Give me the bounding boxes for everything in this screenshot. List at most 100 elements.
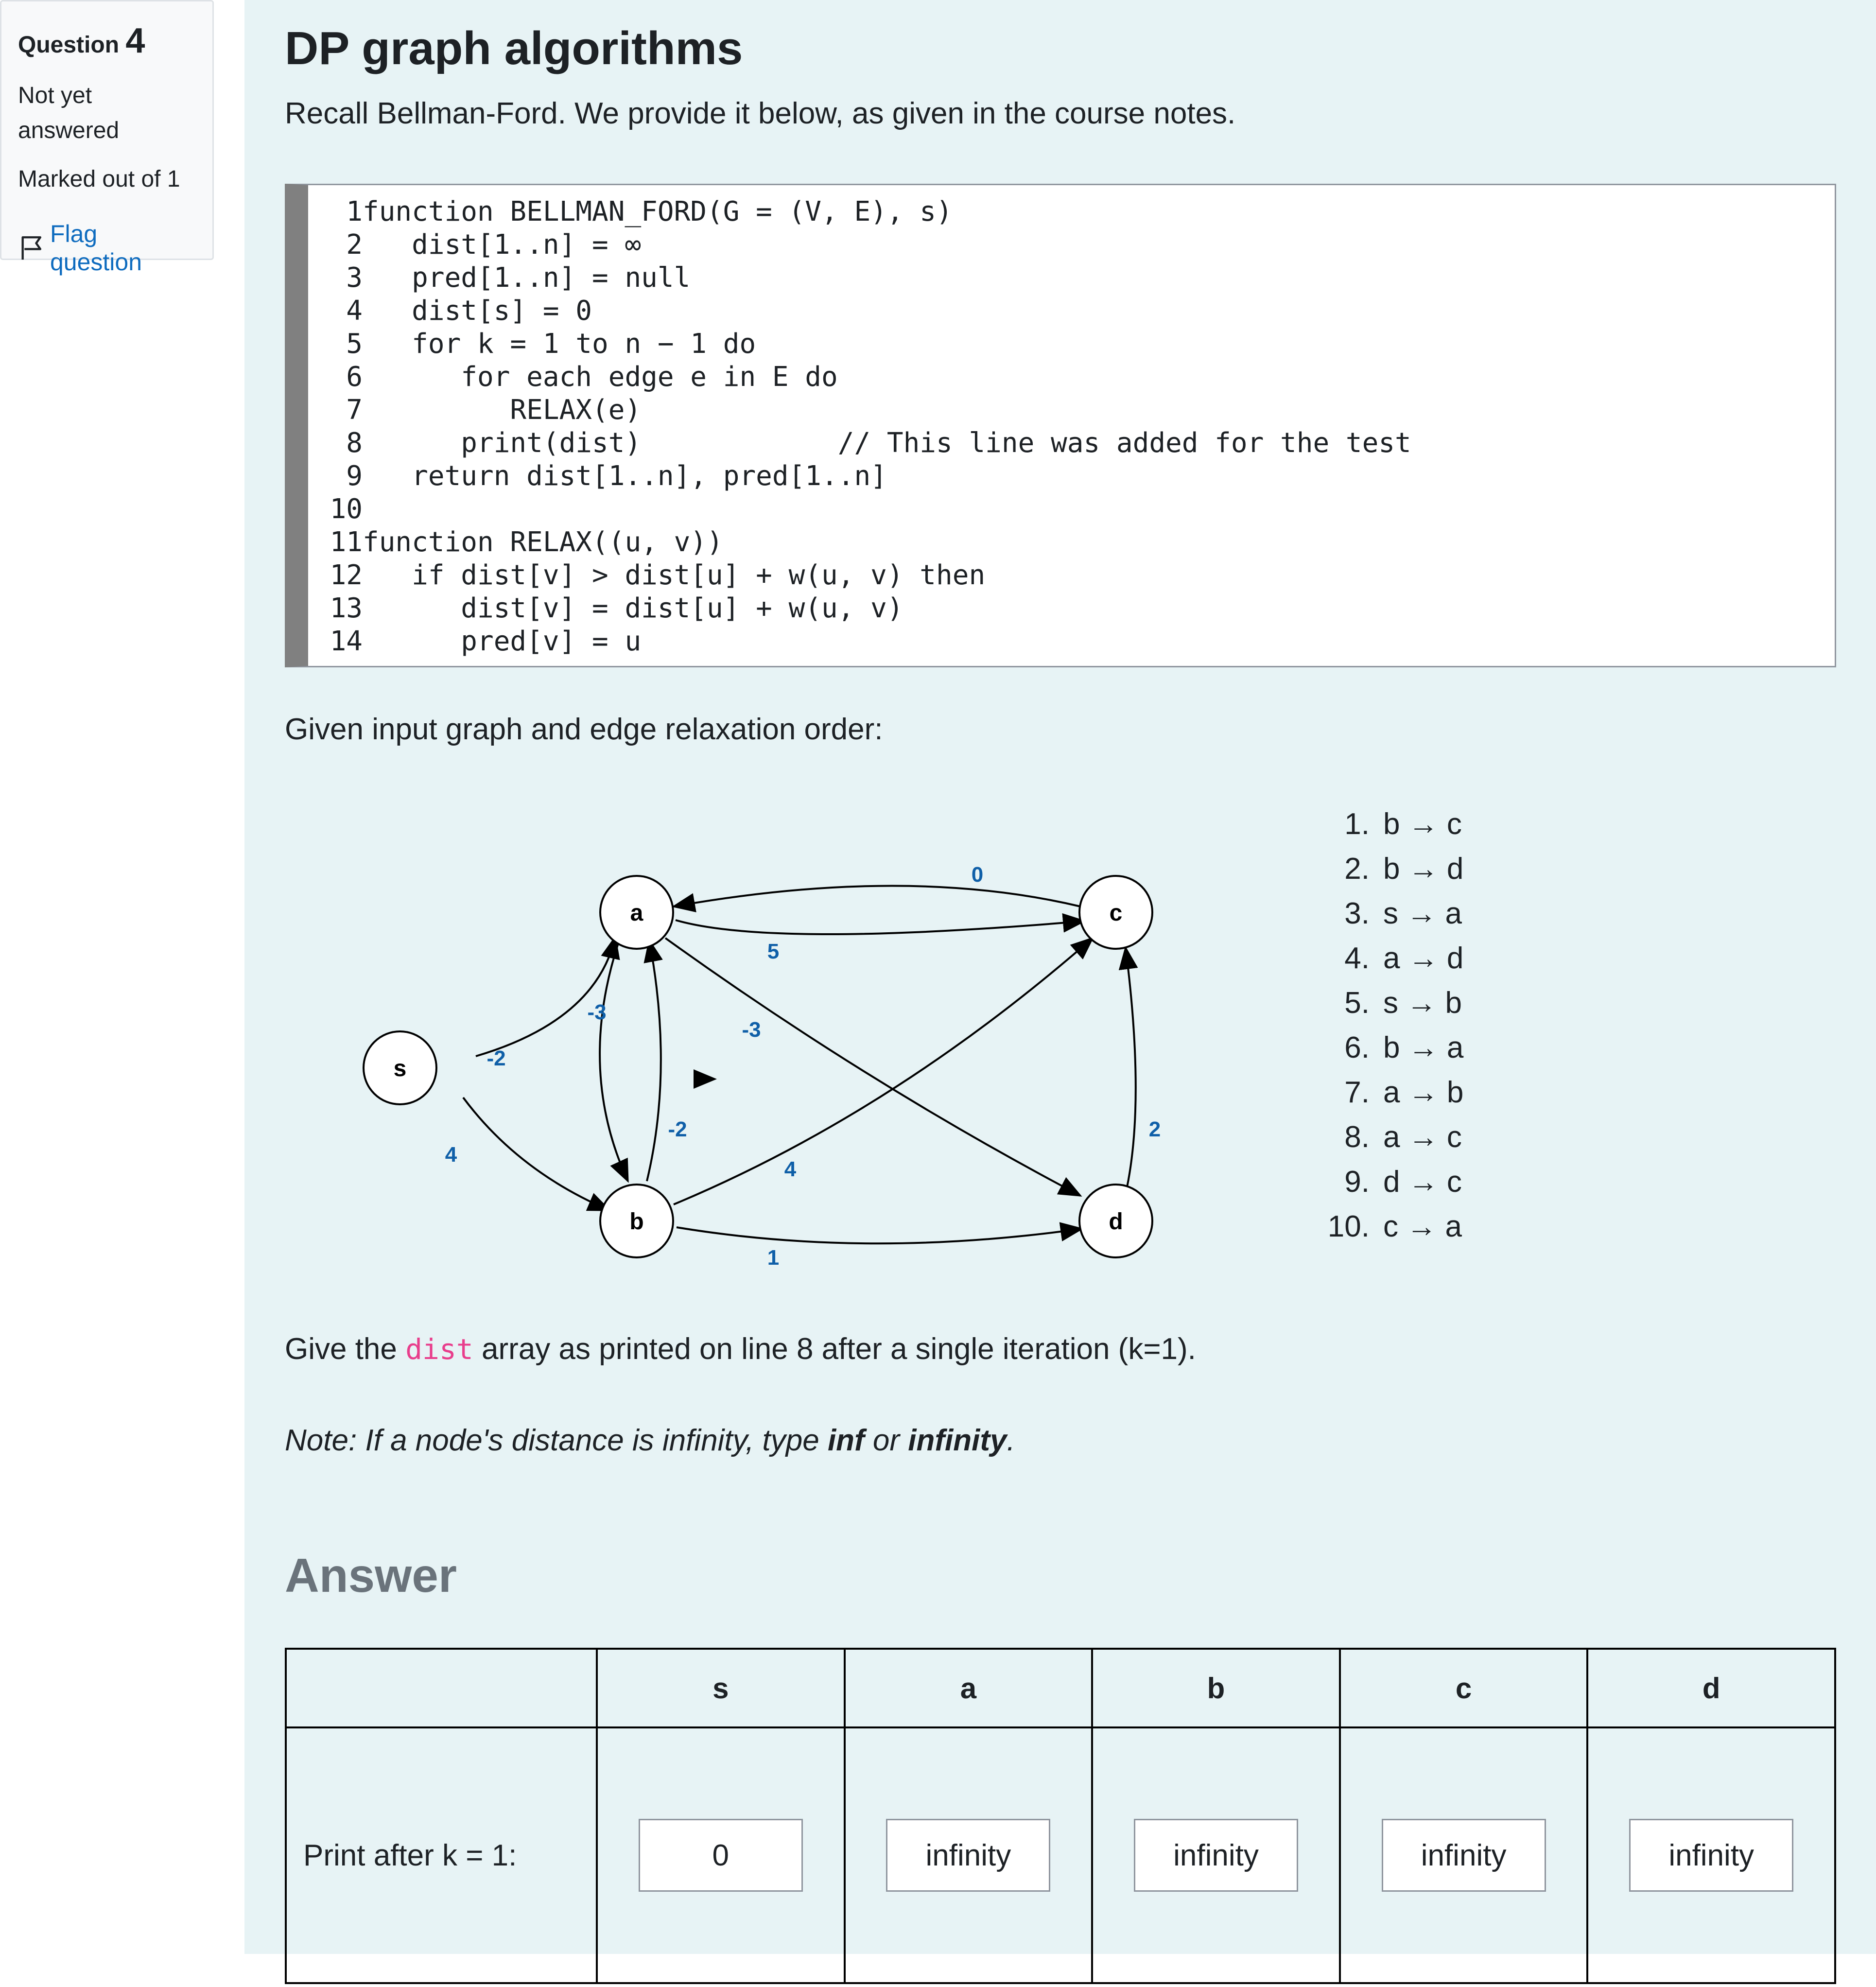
note-prefix: Note: If a node's distance is infinity, … — [285, 1424, 828, 1457]
code-line-number: 5 — [346, 328, 363, 360]
answer-heading: Answer — [285, 1549, 457, 1602]
answer-header-a: a — [843, 1648, 1094, 1728]
answer-row: Print after k = 1: — [285, 1726, 1836, 1984]
flag-question-link[interactable]: Flag question — [18, 220, 196, 276]
code-block: 1function BELLMAN_FORD(G = (V, E), s) 2 d… — [285, 184, 1836, 667]
relaxation-order-edge: a → c — [1383, 1120, 1462, 1154]
relaxation-order-item: 9. d → c — [1301, 1160, 1463, 1204]
relaxation-order-item: 2. b → d — [1301, 847, 1463, 891]
code-line: 4 dist[s] = 0 — [308, 295, 592, 328]
answer-input-b[interactable] — [1133, 1819, 1298, 1892]
relaxation-order-item: 8. a → c — [1301, 1115, 1463, 1160]
code-line-number: 4 — [346, 295, 363, 327]
answer-header-s: s — [596, 1648, 846, 1728]
relaxation-order-number: 3. — [1344, 897, 1370, 930]
answer-row-label: Print after k = 1: — [285, 1726, 598, 1984]
relaxation-order-number: 6. — [1344, 1031, 1370, 1064]
code-line: 1function BELLMAN_FORD(G = (V, E), s) — [308, 196, 953, 229]
relaxation-order-item: 5. s → b — [1301, 981, 1463, 1026]
edge-b-c — [673, 937, 1094, 1205]
code-line-number: 9 — [346, 460, 363, 492]
question-grade: Marked out of 1 — [18, 166, 180, 192]
code-line-text: dist[1..n] = ∞ — [363, 229, 642, 261]
code-line-text: dist[v] = dist[u] + w(u, v) — [363, 593, 903, 624]
edge-a-d — [664, 937, 1082, 1197]
code-line: 12 if dist[v] > dist[u] + w(u, v) then — [308, 559, 986, 593]
answer-input-s[interactable] — [638, 1819, 803, 1892]
weight-s-a: -2 — [486, 1046, 505, 1070]
note-infinity: infinity — [908, 1424, 1007, 1457]
intro-text: Recall Bellman-Ford. We provide it below… — [285, 97, 1236, 130]
question-title: DP graph algorithms — [285, 22, 743, 74]
code-line-number: 8 — [346, 427, 363, 459]
edge-s-b — [462, 1097, 611, 1211]
relaxation-order-number: 9. — [1344, 1165, 1370, 1199]
answer-cell-a — [843, 1726, 1094, 1984]
answer-header-c: c — [1338, 1648, 1589, 1728]
code-line: 5 for k = 1 to n − 1 do — [308, 328, 756, 361]
weight-d-c: 2 — [1149, 1117, 1161, 1141]
node-label-d: d — [1109, 1209, 1123, 1235]
code-line: 10 — [308, 493, 363, 526]
relaxation-order-edge: s → a — [1383, 897, 1462, 930]
node-label-s: s — [394, 1056, 407, 1081]
relaxation-order-edge: b → c — [1383, 807, 1462, 841]
weight-b-c: 4 — [784, 1157, 797, 1181]
code-line: 11function RELAX((u, v)) — [308, 526, 723, 559]
question-label: Question — [18, 32, 120, 58]
weight-a-c: 5 — [767, 940, 779, 963]
code-line-number: 7 — [346, 394, 363, 426]
weight-a-d: -3 — [742, 1018, 761, 1042]
answer-input-a[interactable] — [886, 1819, 1051, 1892]
edge-a-b — [599, 940, 629, 1183]
relaxation-order-list: 1. b → c 2. b → d 3. s → a 4. a → d 5. s → b 6. b →… — [1301, 802, 1464, 1249]
relaxation-order-item: 10. c → a — [1301, 1204, 1463, 1249]
code-line-text: function BELLMAN_FORD(G = (V, E), s) — [363, 196, 953, 227]
relaxation-order-number: 1. — [1344, 807, 1370, 841]
dist-code: dist — [405, 1333, 473, 1366]
code-line: 13 dist[v] = dist[u] + w(u, v) — [308, 593, 903, 626]
weight-a-b: -3 — [587, 1000, 606, 1024]
relaxation-order-number: 8. — [1344, 1120, 1370, 1154]
code-line-text: for k = 1 to n − 1 do — [363, 328, 756, 360]
relaxation-order-item: 4. a → d — [1301, 936, 1463, 981]
code-line-text: return dist[1..n], pred[1..n] — [363, 460, 887, 492]
question-state: Not yet answered — [18, 83, 120, 143]
node-label-b: b — [629, 1209, 643, 1235]
answer-cell-c — [1338, 1726, 1589, 1984]
answer-table: s a b c d Print after k = 1: — [285, 1648, 1836, 1984]
answer-input-d[interactable] — [1629, 1819, 1794, 1892]
code-line-number: 3 — [346, 262, 363, 294]
code-line: 14 pred[v] = u — [308, 626, 642, 659]
code-line: 8 print(dist) // This line was added for… — [308, 427, 1411, 460]
code-line-number: 14 — [330, 626, 363, 657]
code-line-number: 10 — [330, 493, 363, 525]
question-number-heading: Question 4 — [18, 21, 196, 61]
edge-s-a-curve — [475, 935, 620, 1057]
relaxation-order-edge: d → c — [1383, 1165, 1462, 1199]
answer-input-c[interactable] — [1381, 1819, 1546, 1892]
edge-d-c — [1118, 946, 1138, 1187]
answer-header-empty — [285, 1648, 598, 1728]
dist-prompt-after: array as printed on line 8 after a singl… — [473, 1332, 1196, 1366]
note-or: or — [864, 1424, 908, 1457]
infinity-note: Note: If a node's distance is infinity, … — [285, 1423, 1015, 1458]
relaxation-order-edge: c → a — [1383, 1210, 1462, 1243]
answer-header-d: d — [1586, 1648, 1836, 1728]
relaxation-order-number: 4. — [1344, 941, 1370, 975]
flag-icon — [21, 236, 42, 260]
relaxation-order-edge: s → b — [1383, 986, 1462, 1020]
question-number: 4 — [125, 21, 145, 60]
weight-b-a: -2 — [668, 1117, 687, 1141]
edge-a-c — [675, 913, 1086, 935]
answer-header-b: b — [1091, 1648, 1341, 1728]
question-info-panel: Question 4 Not yet answered Marked out o… — [0, 0, 214, 276]
question-content: DP graph algorithms Recall Bellman-Ford.… — [244, 0, 1876, 1984]
code-line: 2 dist[1..n] = ∞ — [308, 229, 641, 262]
node-label-c: c — [1110, 900, 1123, 926]
relaxation-order-number: 7. — [1344, 1076, 1370, 1109]
code-line-number: 2 — [346, 229, 363, 261]
relaxation-order-edge: a → b — [1383, 1076, 1464, 1109]
relaxation-order-number: 10. — [1327, 1210, 1370, 1243]
code-line: 7 RELAX(e) — [308, 394, 641, 427]
